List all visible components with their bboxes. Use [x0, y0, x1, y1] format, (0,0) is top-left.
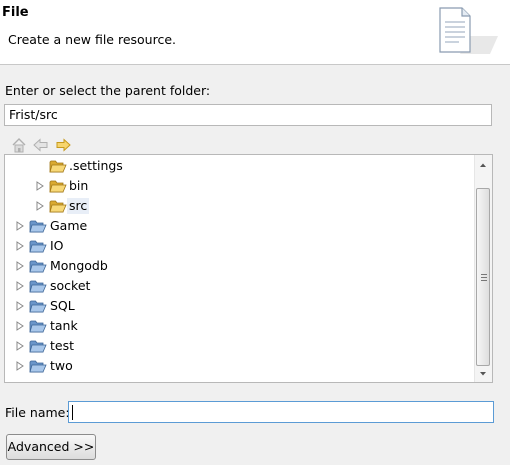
tree-item[interactable]: bin — [5, 176, 475, 196]
scroll-up-icon[interactable] — [475, 157, 491, 173]
tree-item-label: tank — [50, 318, 78, 333]
back-icon[interactable] — [32, 136, 50, 154]
project-folder-icon — [29, 240, 47, 253]
parent-folder-label: Enter or select the parent folder: — [5, 83, 211, 98]
expand-arrow-icon[interactable] — [36, 201, 44, 211]
tree-item-selected[interactable]: src — [5, 196, 475, 216]
file-name-label: File name: — [5, 405, 70, 420]
project-folder-icon — [29, 300, 47, 313]
tree-vertical-scrollbar[interactable] — [474, 155, 492, 382]
scroll-down-icon[interactable] — [475, 366, 491, 382]
tree-item-label: .settings — [69, 158, 123, 173]
parent-folder-input[interactable]: Frist/src — [4, 104, 492, 126]
folder-open-icon — [49, 200, 67, 213]
tree-item[interactable]: IO — [5, 236, 475, 256]
tree-item[interactable]: test — [5, 336, 475, 356]
folder-open-icon — [49, 180, 67, 193]
project-folder-icon — [29, 220, 47, 233]
project-folder-icon — [29, 360, 47, 373]
scrollbar-thumb[interactable] — [476, 188, 490, 366]
tree-item[interactable]: .settings — [5, 156, 475, 176]
scrollbar-grip-icon — [481, 274, 487, 283]
expand-arrow-icon[interactable] — [16, 321, 24, 331]
file-name-input[interactable] — [68, 401, 494, 423]
tree-item-label: socket — [50, 278, 91, 293]
expand-arrow-icon[interactable] — [16, 301, 24, 311]
wizard-title: File — [2, 5, 29, 20]
expand-arrow-icon[interactable] — [36, 181, 44, 191]
tree-item[interactable]: Game — [5, 216, 475, 236]
project-folder-icon — [29, 340, 47, 353]
tree-item[interactable]: socket — [5, 276, 475, 296]
tree-item-label: test — [50, 338, 75, 353]
tree-item-label: bin — [69, 178, 89, 193]
new-file-wizard-icon — [439, 7, 498, 54]
wizard-banner: File Create a new file resource. — [0, 0, 510, 65]
tree-item-label: SQL — [50, 298, 75, 313]
expand-arrow-icon[interactable] — [16, 261, 24, 271]
tree-item-label: two — [50, 358, 73, 373]
folder-tree[interactable]: .settings bin src Game IO Mongodb socket… — [4, 154, 493, 383]
forward-icon[interactable] — [54, 136, 72, 154]
expand-arrow-icon[interactable] — [16, 361, 24, 371]
tree-item-label: Game — [50, 218, 88, 233]
project-folder-icon — [29, 320, 47, 333]
tree-item-label: Mongodb — [50, 258, 108, 273]
tree-item-label: src — [67, 198, 90, 214]
project-folder-icon — [29, 280, 47, 293]
tree-item[interactable]: tank — [5, 316, 475, 336]
tree-item-label: IO — [50, 238, 64, 253]
home-icon[interactable] — [10, 136, 28, 154]
folder-open-icon — [49, 160, 67, 173]
tree-item[interactable]: SQL — [5, 296, 475, 316]
project-folder-icon — [29, 260, 47, 273]
wizard-description: Create a new file resource. — [8, 32, 176, 47]
expand-arrow-icon[interactable] — [16, 281, 24, 291]
text-caret — [72, 405, 73, 420]
tree-item[interactable]: two — [5, 356, 475, 376]
expand-arrow-icon[interactable] — [16, 341, 24, 351]
expand-arrow-icon[interactable] — [16, 221, 24, 231]
advanced-button[interactable]: Advanced >> — [6, 434, 96, 460]
expand-arrow-icon[interactable] — [16, 241, 24, 251]
tree-item[interactable]: Mongodb — [5, 256, 475, 276]
